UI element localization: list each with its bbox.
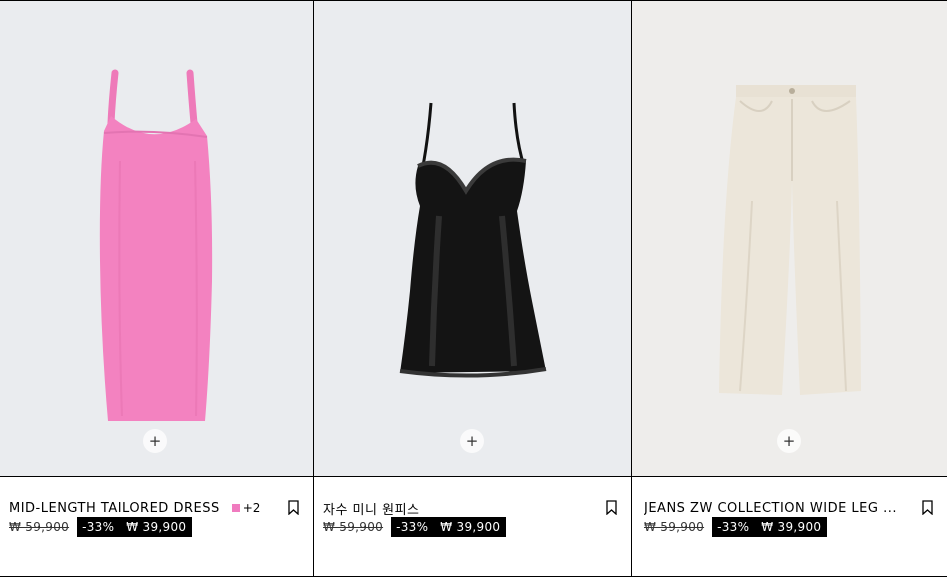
price-row: ₩ 59,900 -33% ₩ 39,900 [9,517,193,537]
black-slip-dress-image [399,102,547,378]
sale-price-badge: -33% ₩ 39,900 [391,517,507,537]
sale-price: ₩ 39,900 [126,520,187,534]
plus-icon[interactable]: + [143,429,167,453]
discount-percent: -33% [82,520,115,534]
pink-swatch[interactable] [231,504,240,512]
product-image[interactable]: + [632,1,947,477]
color-swatches[interactable]: +2 [231,501,261,515]
product-name-row: MID-LENGTH TAILORED DRESS +2 [9,499,299,517]
price-row: ₩ 59,900 -33% ₩ 39,900 [323,517,507,537]
original-price: ₩ 59,900 [323,520,384,534]
product-grid: + MID-LENGTH TAILORED DRESS +2 ₩ 59,900 … [0,0,947,578]
sale-price: ₩ 39,900 [440,520,501,534]
sale-price-badge: -33% ₩ 39,900 [77,517,193,537]
product-name-row: 자수 미니 원피스 [323,499,617,518]
more-colors-count: +2 [242,501,261,515]
bookmark-icon[interactable] [288,500,299,515]
sale-price-badge: -33% ₩ 39,900 [712,517,828,537]
original-price: ₩ 59,900 [9,520,70,534]
product-card-embroidered-mini-dress[interactable]: + 자수 미니 원피스 ₩ 59,900 -33% ₩ 39,900 [314,0,632,577]
price-row: ₩ 59,900 -33% ₩ 39,900 [644,517,828,537]
original-price: ₩ 59,900 [644,520,705,534]
pink-dress-image [99,69,213,421]
sale-price: ₩ 39,900 [761,520,822,534]
product-image[interactable]: + [0,1,313,477]
product-name[interactable]: JEANS ZW COLLECTION WIDE LEG ... [644,501,897,516]
product-name[interactable]: 자수 미니 원피스 [323,499,420,518]
bookmark-icon[interactable] [606,500,617,515]
plus-icon[interactable]: + [777,429,801,453]
bookmark-icon[interactable] [922,500,933,515]
product-name[interactable]: MID-LENGTH TAILORED DRESS [9,501,220,516]
product-card-tailored-dress[interactable]: + MID-LENGTH TAILORED DRESS +2 ₩ 59,900 … [0,0,314,577]
product-info: JEANS ZW COLLECTION WIDE LEG ... ₩ 59,90… [632,477,947,576]
product-info: 자수 미니 원피스 ₩ 59,900 -33% ₩ 39,900 [314,477,631,576]
discount-percent: -33% [717,520,750,534]
product-name-row: JEANS ZW COLLECTION WIDE LEG ... [644,499,933,517]
plus-icon[interactable]: + [460,429,484,453]
discount-percent: -33% [396,520,429,534]
product-info: MID-LENGTH TAILORED DRESS +2 ₩ 59,900 -3… [0,477,313,576]
product-image[interactable]: + [314,1,631,477]
cream-jeans-image [719,85,861,395]
product-card-wide-leg-jeans[interactable]: + JEANS ZW COLLECTION WIDE LEG ... ₩ 59,… [632,0,947,577]
